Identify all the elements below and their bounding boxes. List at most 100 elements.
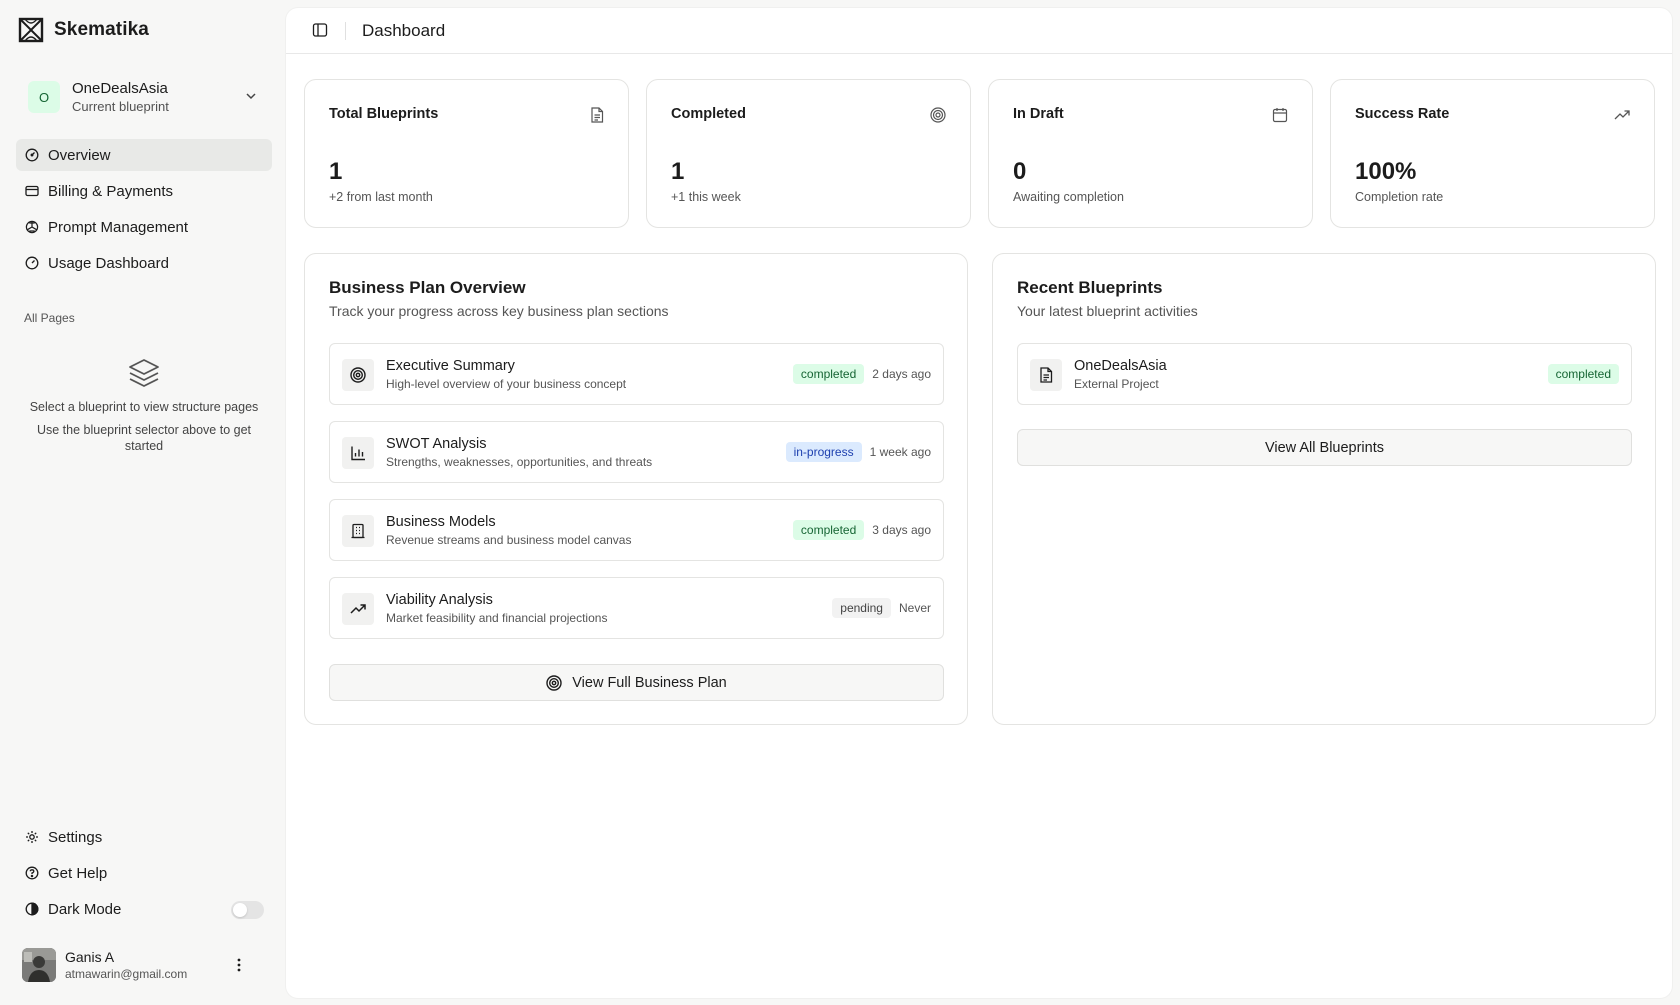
panel-subtitle: Track your progress across key business …: [329, 303, 669, 319]
panel-subtitle: Your latest blueprint activities: [1017, 303, 1198, 319]
plan-item-swot-analysis[interactable]: SWOT Analysis Strengths, weaknesses, opp…: [329, 421, 944, 483]
calendar-icon: [1272, 107, 1288, 123]
target-icon: [546, 674, 572, 691]
business-plan-overview-panel: Business Plan Overview Track your progre…: [304, 253, 968, 725]
panel-title: Recent Blueprints: [1017, 278, 1163, 297]
credit-card-icon: [25, 184, 39, 198]
button-label: View Full Business Plan: [572, 674, 727, 691]
user-profile[interactable]: Ganis A atmawarin@gmail.com: [22, 948, 272, 982]
target-icon: [930, 107, 946, 123]
avatar: [22, 948, 56, 982]
plan-item-business-models[interactable]: Business Models Revenue streams and busi…: [329, 499, 944, 561]
layers-icon: [127, 356, 161, 390]
status-badge: completed: [1547, 364, 1619, 384]
view-full-business-plan-button[interactable]: View Full Business Plan: [329, 664, 944, 701]
plan-item-desc: High-level overview of your business con…: [386, 377, 627, 391]
plan-item-desc: Market feasibility and financial project…: [386, 611, 608, 625]
dark-mode-toggle[interactable]: [231, 901, 264, 919]
main-nav: Overview Billing & Payments Prompt Manag…: [16, 139, 272, 283]
plan-item-time: 2 days ago: [872, 367, 931, 381]
gauge-icon: [25, 148, 39, 162]
panel-title: Business Plan Overview: [329, 278, 526, 297]
chevron-down-icon: [244, 89, 258, 103]
stat-title: In Draft: [1013, 106, 1064, 122]
stat-subtext: +2 from last month: [329, 190, 433, 204]
topbar: Dashboard: [286, 8, 1672, 54]
plan-item-name: Business Models: [386, 514, 496, 530]
nav-item-usage-dashboard[interactable]: Usage Dashboard: [16, 247, 272, 279]
nav-item-label: Overview: [48, 146, 111, 164]
stat-value: 0: [1013, 158, 1027, 185]
structure-pages-empty-state: Select a blueprint to view structure pag…: [16, 356, 272, 454]
status-badge: completed: [792, 364, 865, 384]
topbar-separator: [345, 21, 346, 40]
status-badge: pending: [832, 598, 891, 618]
plan-item-name: Viability Analysis: [386, 592, 493, 608]
blueprint-selector[interactable]: O OneDealsAsia Current blueprint: [16, 70, 272, 124]
nav-item-label: Settings: [48, 828, 103, 846]
target-icon: [342, 359, 374, 391]
stat-title: Total Blueprints: [329, 106, 439, 122]
stat-title: Completed: [671, 106, 746, 122]
stat-value: 1: [671, 158, 685, 185]
nav-item-overview[interactable]: Overview: [16, 139, 272, 171]
empty-state-text: Select a blueprint to view structure pag…: [29, 400, 259, 414]
view-all-blueprints-button[interactable]: View All Blueprints: [1017, 429, 1632, 466]
nav-item-label: Dark Mode: [48, 900, 122, 918]
stat-value: 100%: [1355, 158, 1417, 185]
skematika-logo-icon: [12, 12, 50, 48]
sidebar: Skematika O OneDealsAsia Current bluepri…: [0, 0, 286, 1005]
contrast-icon: [25, 902, 39, 916]
stat-subtext: Awaiting completion: [1013, 190, 1124, 204]
all-pages-label: All Pages: [24, 311, 75, 325]
bottom-nav: Settings Get Help Dark Mode: [16, 821, 272, 929]
sidebar-toggle-icon[interactable]: [312, 22, 330, 40]
help-circle-icon: [25, 866, 39, 880]
nav-item-label: Prompt Management: [48, 218, 189, 236]
status-badge: in-progress: [785, 442, 862, 462]
nav-item-billing[interactable]: Billing & Payments: [16, 175, 272, 207]
app-logo[interactable]: Skematika: [12, 12, 149, 48]
bar-chart-icon: [342, 437, 374, 469]
openai-icon: [25, 220, 39, 234]
stat-card-total-blueprints: Total Blueprints 1 +2 from last month: [304, 79, 629, 228]
file-text-icon: [590, 107, 604, 123]
nav-item-label: Billing & Payments: [48, 182, 174, 200]
user-name: Ganis A: [65, 949, 115, 965]
plan-item-name: SWOT Analysis: [386, 436, 487, 452]
nav-item-label: Get Help: [48, 864, 108, 882]
stat-card-completed: Completed 1 +1 this week: [646, 79, 971, 228]
recent-blueprint-item[interactable]: OneDealsAsia External Project completed: [1017, 343, 1632, 405]
gauge-icon: [25, 256, 39, 270]
blueprint-item-name: OneDealsAsia: [1074, 358, 1167, 374]
nav-item-settings[interactable]: Settings: [16, 821, 272, 853]
stat-card-success-rate: Success Rate 100% Completion rate: [1330, 79, 1655, 228]
file-text-icon: [1030, 359, 1062, 391]
app-name: Skematika: [54, 19, 149, 40]
blueprint-subtitle: Current blueprint: [72, 99, 169, 114]
button-label: View All Blueprints: [1264, 439, 1385, 456]
gear-icon: [25, 830, 39, 844]
nav-item-get-help[interactable]: Get Help: [16, 857, 272, 889]
stat-title: Success Rate: [1355, 106, 1450, 122]
blueprint-item-desc: External Project: [1074, 377, 1159, 391]
user-email: atmawarin@gmail.com: [65, 967, 188, 981]
page-title: Dashboard: [362, 20, 446, 40]
more-vertical-icon[interactable]: [232, 957, 246, 973]
plan-item-desc: Revenue streams and business model canva…: [386, 533, 632, 547]
plan-item-viability-analysis[interactable]: Viability Analysis Market feasibility an…: [329, 577, 944, 639]
empty-state-hint: Use the blueprint selector above to get …: [36, 423, 252, 453]
trending-up-icon: [342, 593, 374, 625]
plan-item-time: 3 days ago: [872, 523, 931, 537]
plan-item-executive-summary[interactable]: Executive Summary High-level overview of…: [329, 343, 944, 405]
stat-subtext: Completion rate: [1355, 190, 1444, 204]
nav-item-dark-mode[interactable]: Dark Mode: [16, 893, 272, 925]
stat-value: 1: [329, 158, 343, 185]
plan-item-time: Never: [898, 601, 931, 615]
trending-up-icon: [1614, 107, 1630, 123]
stat-subtext: +1 this week: [671, 190, 741, 204]
blueprint-name: OneDealsAsia: [72, 80, 168, 97]
nav-item-prompt-management[interactable]: Prompt Management: [16, 211, 272, 243]
plan-item-time: 1 week ago: [869, 445, 931, 459]
main-content: Dashboard Total Blueprints 1 +2 from las…: [286, 8, 1672, 998]
